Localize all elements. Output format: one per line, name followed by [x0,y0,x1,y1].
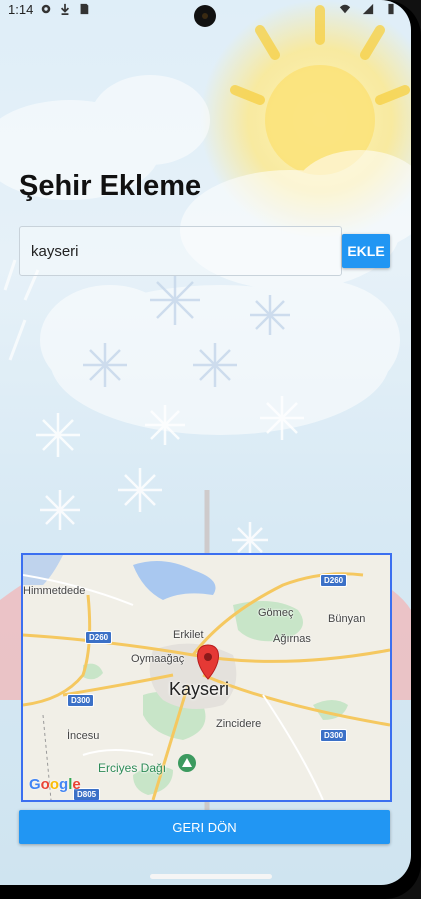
gear-icon [42,4,51,14]
signal-icon [362,3,374,15]
city-input[interactable]: kayseri [19,226,342,276]
google-logo: Google [29,776,81,793]
status-time: 1:14 [8,1,34,17]
road-badge: D300 [67,694,95,707]
battery-icon [388,3,394,15]
map-place-label: Bünyan [328,613,366,625]
sd-card-icon [80,3,89,15]
map-place-label: Zincidere [216,718,262,730]
map-place-label: Gömeç [258,607,294,619]
map-view[interactable]: Himmetdede Gömeç Bünyan Erkilet Ağırnas … [21,553,392,802]
back-button[interactable]: GERI DÖN [19,810,390,844]
map-poi-label: Erciyes Dağı [98,761,167,775]
home-indicator[interactable] [150,874,272,879]
map-place-label: Ağırnas [273,633,311,645]
device-frame: 1:14 Şehir Ekleme kayseri EKLE Himmetded… [0,0,421,899]
road-badge: D260 [320,574,348,587]
map-place-label: Erkilet [173,629,204,641]
google-logo-letter: o [40,776,50,793]
map-place-label: Oymaağaç [131,653,185,665]
road-badge: D300 [320,729,348,742]
download-icon [61,3,70,15]
google-logo-letter: o [49,776,60,793]
front-camera [194,5,216,27]
map-place-label: İncesu [67,730,100,742]
add-button[interactable]: EKLE [342,234,390,268]
google-logo-letter: G [29,776,41,793]
status-right-icons [338,3,403,15]
map-city-label: Kayseri [169,679,230,699]
road-badge: D260 [85,631,113,644]
google-logo-letter: g [59,776,69,793]
wifi-icon [339,4,351,14]
map-place-label: Himmetdede [23,585,86,597]
page-title: Şehir Ekleme [19,170,202,202]
app-screen: 1:14 Şehir Ekleme kayseri EKLE Himmetded… [0,0,411,885]
google-logo-letter: e [72,776,81,793]
